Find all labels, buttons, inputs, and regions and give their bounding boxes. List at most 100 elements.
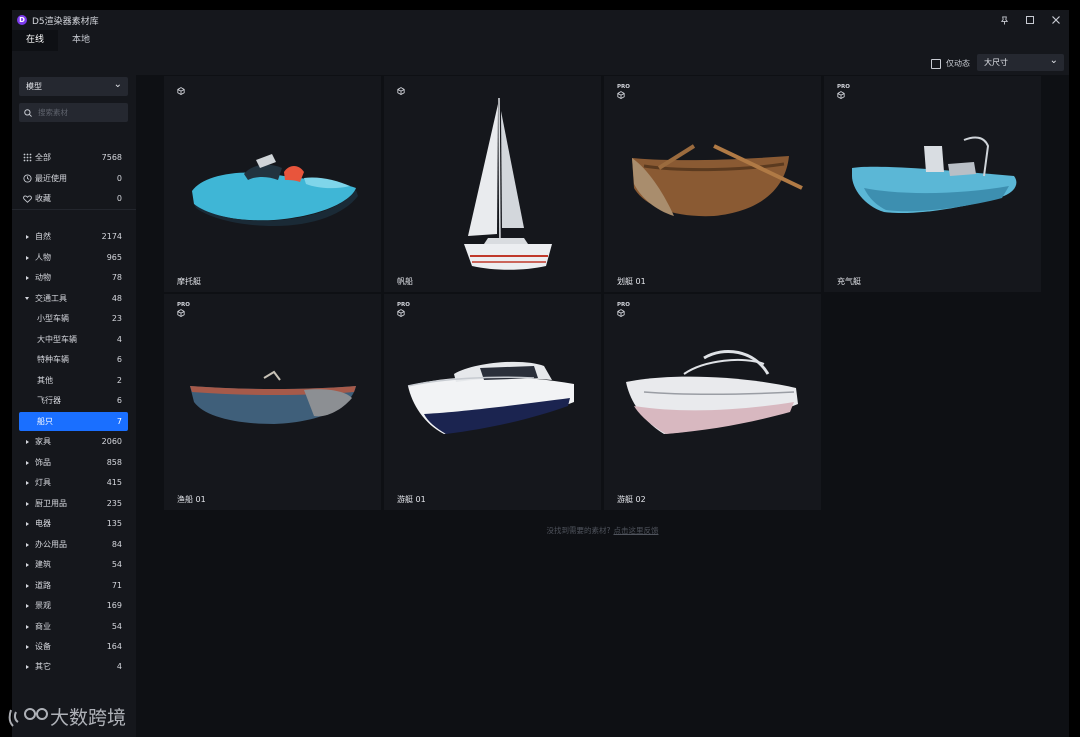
- sidebar-item-count: 0: [116, 194, 122, 203]
- category-label: 交通工具: [35, 294, 67, 303]
- subcategory-label: 船只: [37, 417, 53, 426]
- sidebar-item-label: 收藏: [35, 194, 51, 203]
- tab-bar: 在线 本地: [12, 30, 1069, 51]
- category-animals[interactable]: 动物 78: [19, 269, 128, 286]
- feedback-link[interactable]: 点击这里反馈: [613, 526, 658, 535]
- subcategory-label: 其他: [37, 376, 53, 385]
- caret-right-icon: [19, 275, 35, 280]
- sidebar-item-recent[interactable]: 最近使用 0: [19, 170, 128, 187]
- caret-down-icon: [19, 297, 35, 300]
- category-count: 415: [106, 478, 122, 487]
- watermark-logo-icon: [8, 707, 48, 727]
- jetski-thumbnail: [192, 154, 358, 226]
- category-furniture[interactable]: 家具 2060: [19, 433, 128, 450]
- category-lighting[interactable]: 灯具 415: [19, 474, 128, 491]
- category-count: 54: [111, 560, 122, 569]
- chevron-down-icon: ⌄: [1049, 55, 1058, 66]
- category-misc[interactable]: 其它 4: [19, 658, 128, 675]
- caret-right-icon: [19, 562, 35, 567]
- grid-icon: [19, 153, 35, 162]
- caret-right-icon: [19, 664, 35, 669]
- category-office[interactable]: 办公用品 84: [19, 536, 128, 553]
- category-nature[interactable]: 自然 2174: [19, 228, 128, 245]
- asset-card[interactable]: PRO 游艇 01: [384, 294, 601, 510]
- window-controls: [991, 10, 1069, 30]
- tab-online[interactable]: 在线: [12, 30, 59, 51]
- category-label: 厨卫用品: [35, 499, 67, 508]
- search-icon: [24, 108, 38, 117]
- category-label: 家具: [35, 437, 51, 446]
- subcategory-large-vehicles[interactable]: 大中型车辆 4: [19, 331, 128, 348]
- asset-card[interactable]: PRO 充气艇: [824, 76, 1041, 292]
- animated-only-label: 仅动态: [946, 59, 970, 68]
- category-vehicles[interactable]: 交通工具 48: [19, 290, 128, 307]
- chevron-down-icon: ⌄: [113, 79, 122, 90]
- category-label: 动物: [35, 273, 51, 282]
- category-landscape[interactable]: 景观 169: [19, 597, 128, 614]
- fishing-boat-thumbnail: [190, 370, 356, 424]
- subcategory-other[interactable]: 其他 2: [19, 372, 128, 389]
- asset-name: 帆船: [397, 277, 413, 286]
- category-kitchen-bath[interactable]: 厨卫用品 235: [19, 495, 128, 512]
- feedback-row: 没找到需要的素材? 点击这里反馈: [136, 525, 1069, 536]
- category-commercial[interactable]: 商业 54: [19, 618, 128, 635]
- category-roads[interactable]: 道路 71: [19, 577, 128, 594]
- category-count: 71: [111, 581, 122, 590]
- animated-only-toggle[interactable]: 仅动态: [931, 58, 970, 69]
- subcategory-label: 大中型车辆: [37, 335, 77, 344]
- category-architecture[interactable]: 建筑 54: [19, 556, 128, 573]
- category-label: 设备: [35, 642, 51, 651]
- animated-only-checkbox[interactable]: [931, 58, 941, 69]
- heart-icon: [19, 194, 35, 203]
- category-count: 54: [111, 622, 122, 631]
- pin-button[interactable]: [991, 10, 1017, 30]
- caret-right-icon: [19, 234, 35, 239]
- asset-type-dropdown[interactable]: 模型 ⌄: [19, 77, 128, 96]
- subcategory-count: 23: [111, 314, 122, 323]
- caret-right-icon: [19, 460, 35, 465]
- category-label: 电器: [35, 519, 51, 528]
- subcategory-label: 特种车辆: [37, 355, 69, 364]
- asset-card[interactable]: 帆船: [384, 76, 601, 292]
- tab-local[interactable]: 本地: [58, 30, 104, 51]
- close-button[interactable]: [1043, 10, 1069, 30]
- search-box[interactable]: [19, 103, 128, 122]
- category-appliances[interactable]: 电器 135: [19, 515, 128, 532]
- asset-card[interactable]: 摩托艇: [164, 76, 381, 292]
- asset-name: 游艇 02: [617, 495, 646, 504]
- category-label: 人物: [35, 253, 51, 262]
- subcategory-boats[interactable]: 船只 7: [19, 412, 128, 431]
- subcategory-count: 6: [116, 355, 122, 364]
- sidebar-item-label: 全部: [35, 153, 51, 162]
- category-label: 景观: [35, 601, 51, 610]
- category-equipment[interactable]: 设备 164: [19, 638, 128, 655]
- watermark-text: 大数跨境: [50, 707, 127, 729]
- category-label: 商业: [35, 622, 51, 631]
- asset-type-value: 模型: [26, 82, 42, 91]
- subcategory-count: 4: [116, 335, 122, 344]
- maximize-button[interactable]: [1017, 10, 1043, 30]
- subcategory-small-vehicles[interactable]: 小型车辆 23: [19, 310, 128, 327]
- sidebar: 模型 ⌄ 全部 7568 最近使用 0 收藏: [12, 75, 136, 737]
- subcategory-count: 6: [116, 396, 122, 405]
- sailboat-thumbnail: [464, 97, 552, 270]
- category-count: 858: [106, 458, 122, 467]
- subcategory-special-vehicles[interactable]: 特种车辆 6: [19, 351, 128, 368]
- sidebar-item-all[interactable]: 全部 7568: [19, 149, 128, 166]
- asset-card[interactable]: PRO 游艇 02: [604, 294, 821, 510]
- subcategory-aircraft[interactable]: 飞行器 6: [19, 392, 128, 409]
- sidebar-item-favorites[interactable]: 收藏 0: [19, 190, 128, 207]
- subcategory-count: 2: [116, 376, 122, 385]
- category-people[interactable]: 人物 965: [19, 249, 128, 266]
- search-input[interactable]: [38, 108, 118, 117]
- app-window: D D5渲染器素材库 在线 本地 仅动态 大尺寸 ⌄ 模型 ⌄ 搜索素材 全部 …: [12, 10, 1069, 737]
- category-count: 2060: [101, 437, 122, 446]
- size-dropdown[interactable]: 大尺寸 ⌄: [977, 54, 1064, 71]
- category-label: 办公用品: [35, 540, 67, 549]
- category-decor[interactable]: 饰品 858: [19, 454, 128, 471]
- asset-card[interactable]: PRO 渔船 01: [164, 294, 381, 510]
- asset-card[interactable]: PRO 划艇 01: [604, 76, 821, 292]
- watermark: 大数跨境: [8, 703, 126, 730]
- category-label: 其它: [35, 662, 51, 671]
- subcategory-label: 飞行器: [37, 396, 61, 405]
